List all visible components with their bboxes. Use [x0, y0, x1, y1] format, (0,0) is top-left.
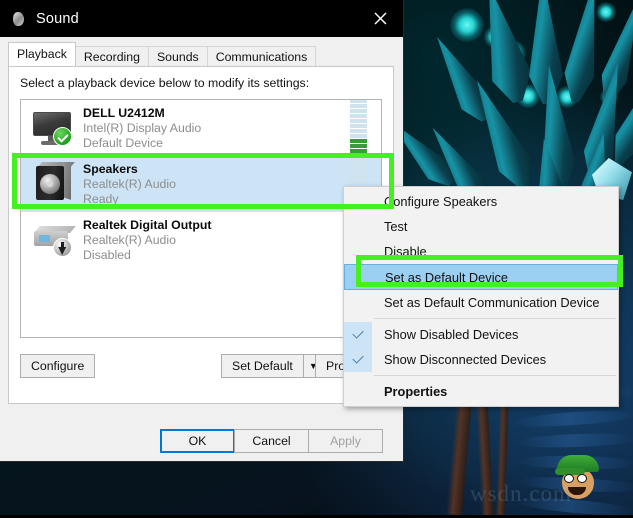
menu-item-test[interactable]: Test: [344, 214, 618, 239]
tab-strip: Playback Recording Sounds Communications: [8, 42, 403, 67]
device-status: Disabled: [83, 247, 131, 262]
menu-item-label: Show Disabled Devices: [384, 327, 519, 342]
check-icon: [344, 347, 372, 372]
configure-button[interactable]: Configure: [20, 354, 96, 378]
device-text-block: Speakers Realtek(R) Audio Ready: [83, 162, 350, 207]
device-status: Ready: [83, 191, 119, 206]
device-text-block: Realtek Digital Output Realtek(R) Audio …: [83, 218, 381, 263]
menu-separator: [374, 375, 616, 376]
tab-recording[interactable]: Recording: [74, 46, 149, 67]
speaker-icon: [31, 162, 75, 205]
device-name: Speakers: [83, 161, 138, 176]
device-driver: Realtek(R) Audio: [83, 176, 176, 191]
table-row[interactable]: DELL U2412M Intel(R) Display Audio Defau…: [21, 100, 381, 158]
playback-hint-text: Select a playback device below to modify…: [20, 76, 310, 90]
playback-tab-panel: Select a playback device below to modify…: [8, 66, 394, 404]
cancel-button[interactable]: Cancel: [234, 429, 309, 453]
device-name: Realtek Digital Output: [83, 217, 212, 232]
tab-playback[interactable]: Playback: [8, 42, 76, 66]
menu-item-show-disabled-devices[interactable]: Show Disabled Devices: [344, 322, 618, 347]
set-default-split-button[interactable]: Set Default ▼: [221, 354, 324, 378]
device-context-menu: Configure Speakers Test Disable Set as D…: [343, 186, 619, 407]
watermark: wsdn.com: [470, 481, 572, 506]
device-status: Default Device: [83, 135, 163, 150]
menu-item-properties[interactable]: Properties: [344, 379, 618, 404]
ok-button[interactable]: OK: [160, 429, 235, 453]
green-check-badge: [53, 127, 72, 146]
menu-item-label: Show Disconnected Devices: [384, 352, 547, 367]
tab-communications[interactable]: Communications: [206, 46, 317, 67]
close-icon[interactable]: [358, 0, 403, 37]
menu-item-show-disconnected-devices[interactable]: Show Disconnected Devices: [344, 347, 618, 372]
apply-button[interactable]: Apply: [308, 429, 383, 453]
gray-down-arrow-badge: [53, 238, 72, 257]
wallpaper-stripe: [511, 407, 633, 430]
volume-meter: [350, 100, 367, 158]
window-title: Sound: [36, 10, 79, 27]
menu-separator: [374, 318, 616, 319]
device-driver: Realtek(R) Audio: [83, 232, 176, 247]
check-icon: [344, 322, 372, 347]
monitor-icon: [31, 107, 75, 149]
title-bar: Sound: [0, 0, 403, 37]
wallpaper-stripe: [515, 431, 633, 450]
table-row[interactable]: Speakers Realtek(R) Audio Ready: [21, 154, 381, 214]
table-row[interactable]: Realtek Digital Output Realtek(R) Audio …: [21, 212, 381, 268]
sound-speaker-icon: [11, 11, 27, 27]
set-default-button[interactable]: Set Default: [221, 354, 303, 378]
menu-item-disable[interactable]: Disable: [344, 239, 618, 264]
menu-item-set-as-default-communication-device[interactable]: Set as Default Communication Device: [344, 290, 618, 315]
device-driver: Intel(R) Display Audio: [83, 120, 202, 135]
dialog-footer: OK Cancel Apply: [0, 421, 403, 461]
menu-item-set-as-default-device[interactable]: Set as Default Device: [344, 264, 618, 290]
tab-sounds[interactable]: Sounds: [147, 46, 208, 67]
playback-device-list[interactable]: DELL U2412M Intel(R) Display Audio Defau…: [20, 99, 382, 338]
digital-output-icon: [31, 219, 76, 261]
device-text-block: DELL U2412M Intel(R) Display Audio Defau…: [83, 106, 350, 151]
menu-item-configure-speakers[interactable]: Configure Speakers: [344, 189, 618, 214]
device-name: DELL U2412M: [83, 105, 165, 120]
